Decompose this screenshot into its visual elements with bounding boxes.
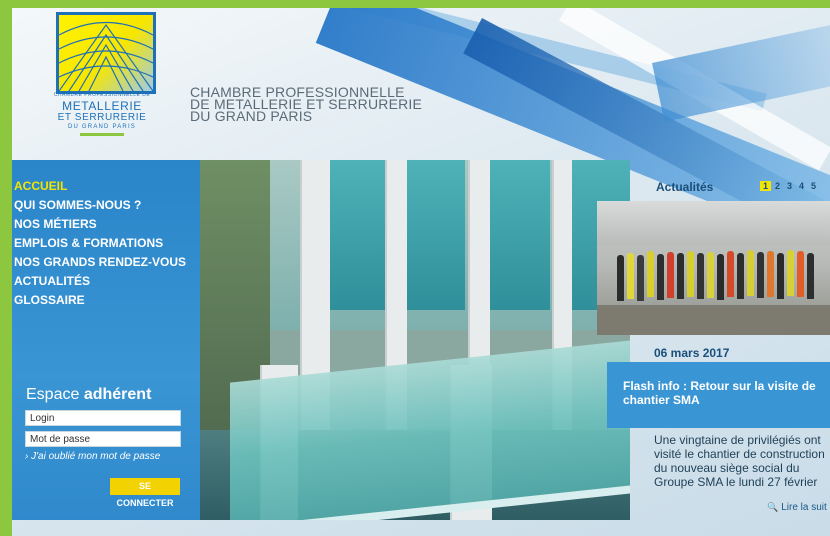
photo-figure [687,251,694,297]
hero-image [200,160,630,520]
main-nav: ACCUEIL QUI SOMMES-NOUS ? NOS MÉTIERS EM… [14,177,186,310]
photo-figure [647,251,654,297]
logo-emblem [56,12,156,94]
photo-figure [727,251,734,297]
site-logo[interactable]: CHAMBRE PROFESSIONNELLE DE METALLERIE ET… [48,4,156,150]
photo-figure [757,252,764,298]
read-more-link[interactable]: 🔍 Lire la suit [767,502,827,513]
photo-figure [787,250,794,296]
photo-group [617,245,827,305]
photo-figure [797,251,804,297]
login-input[interactable]: Login [25,410,181,426]
pager-item[interactable]: 3 [784,181,795,191]
photo-figure [767,251,774,297]
logo-text: ET SERRURERIE [57,112,147,123]
member-title-light: Espace [26,386,80,403]
photo-figure [657,254,664,300]
logo-underline [80,133,124,136]
nav-item-rendez-vous[interactable]: NOS GRANDS RENDEZ-VOUS [14,253,186,272]
photo-floor [597,305,830,335]
forgot-password-link[interactable]: › J'ai oublié mon mot de passe [25,451,160,462]
photo-figure [637,255,644,301]
hero-window [330,160,385,310]
pager-item[interactable]: 1 [760,181,771,191]
photo-figure [777,253,784,299]
password-input[interactable]: Mot de passe [25,431,181,447]
nav-item-accueil[interactable]: ACCUEIL [14,177,186,196]
photo-figure [617,255,624,301]
nav-item-actualites[interactable]: ACTUALITÉS [14,272,186,291]
photo-figure [717,254,724,300]
photo-figure [697,253,704,299]
photo-figure [747,250,754,296]
magnifier-icon: 🔍 [767,502,779,512]
nav-item-qui-sommes-nous[interactable]: QUI SOMMES-NOUS ? [14,196,186,215]
nav-item-nos-metiers[interactable]: NOS MÉTIERS [14,215,186,234]
read-more-label: Lire la suit [781,502,827,513]
photo-figure [707,252,714,298]
photo-figure [667,252,674,298]
pager-item[interactable]: 2 [772,181,783,191]
photo-figure [627,253,634,299]
news-date: 06 mars 2017 [654,346,730,360]
member-area-title: Espace adhérent [26,386,151,404]
nav-item-emplois-formations[interactable]: EMPLOIS & FORMATIONS [14,234,186,253]
news-excerpt: Une vingtaine de privilégiés ont visité … [654,433,825,489]
logo-text: DU GRAND PARIS [67,124,137,130]
member-title-bold: adhérent [83,386,152,403]
news-pager: 12345 [760,181,820,191]
photo-ceiling [597,201,830,245]
photo-figure [677,253,684,299]
photo-figure [807,253,814,299]
hero-window [490,160,550,310]
site-tagline: CHAMBRE PROFESSIONNELLE DE METALLERIE ET… [190,85,422,123]
pager-item[interactable]: 5 [808,181,819,191]
hero-window [405,160,465,310]
news-photo[interactable] [597,201,830,335]
news-title[interactable]: Flash info : Retour sur la visite de cha… [623,379,823,407]
nav-item-glossaire[interactable]: GLOSSAIRE [14,291,186,310]
pager-item[interactable]: 4 [796,181,807,191]
login-button[interactable]: SE CONNECTER [110,478,180,508]
photo-figure [737,253,744,299]
logo-text: CHAMBRE PROFESSIONNELLE DE [53,92,151,98]
news-heading: Actualités [656,180,714,194]
logo-text: METALLERIE [62,99,142,113]
